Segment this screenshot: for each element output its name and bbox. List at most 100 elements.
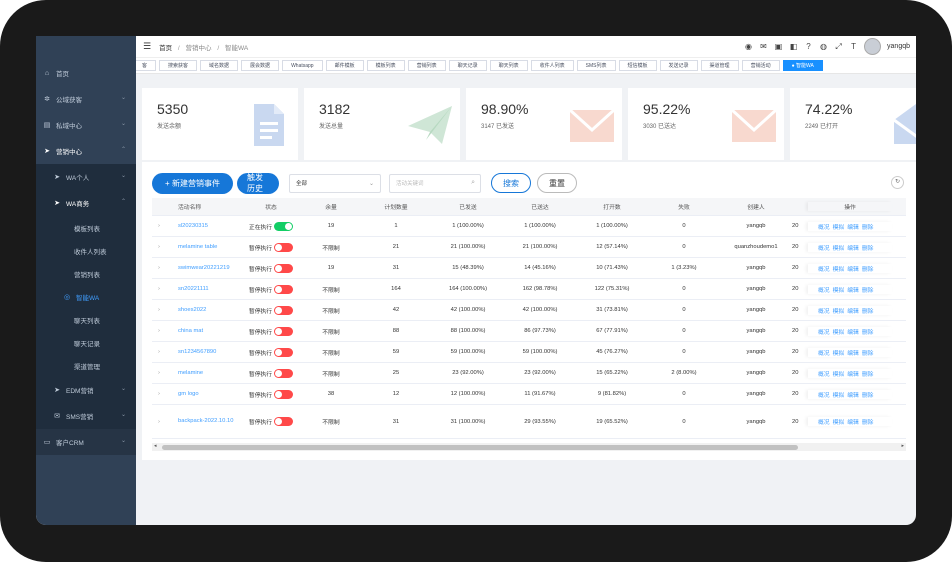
simulate-link[interactable]: 模拟 (833, 285, 845, 294)
expand-icon[interactable]: › (152, 265, 166, 271)
edit-link[interactable]: 编辑 (847, 390, 859, 399)
expand-icon[interactable]: › (152, 419, 166, 425)
tab-item[interactable]: Whatsapp (282, 60, 323, 71)
sidebar-item-wa-business[interactable]: ➤ WA商务 ⌃ (36, 190, 136, 216)
status-select[interactable]: 全部 ⌄ (289, 173, 381, 193)
campaign-name-link[interactable]: swimwear20221219 (166, 265, 240, 271)
overview-link[interactable]: 概况 (818, 306, 830, 315)
tab-item[interactable]: 邮件模板 (325, 60, 364, 71)
status-toggle[interactable] (274, 242, 294, 252)
edit-link[interactable]: 编辑 (847, 369, 859, 378)
overview-link[interactable]: 概况 (818, 285, 830, 294)
tab-item[interactable]: 短信模板 (618, 60, 657, 71)
tab-item[interactable]: 收件人列表 (530, 60, 574, 71)
breadcrumb-home[interactable]: 首页 (159, 45, 172, 52)
fullscreen-icon[interactable]: ⤢ (834, 42, 843, 51)
chat-icon[interactable]: ◧ (789, 42, 798, 51)
campaign-name-link[interactable]: gm logo (166, 391, 240, 397)
status-toggle[interactable] (274, 389, 294, 399)
simulate-link[interactable]: 模拟 (833, 222, 845, 231)
refresh-icon[interactable]: ↻ (891, 176, 904, 189)
sidebar-item-chat-list[interactable]: 聊天列表 (36, 308, 136, 331)
mail-icon[interactable]: ✉ (759, 42, 768, 51)
horizontal-scrollbar[interactable]: ◂ ▸ (152, 443, 906, 451)
campaign-name-link[interactable]: melamine (166, 370, 240, 376)
overview-link[interactable]: 概况 (818, 348, 830, 357)
sidebar-item-public-leads[interactable]: ✲ 公域获客 ⌄ (36, 86, 136, 112)
edit-link[interactable]: 编辑 (847, 264, 859, 273)
edit-link[interactable]: 编辑 (847, 327, 859, 336)
sidebar-item-template-list[interactable]: 模板列表 (36, 216, 136, 239)
expand-icon[interactable]: › (152, 349, 166, 355)
expand-icon[interactable]: › (152, 328, 166, 334)
search-input[interactable]: 活动关键词 ⌕ (389, 173, 481, 193)
delete-link[interactable]: 删除 (862, 327, 874, 336)
tab-item[interactable]: 模板列表 (366, 60, 405, 71)
expand-icon[interactable]: › (152, 286, 166, 292)
sidebar-item-marketing-list[interactable]: 营销列表 (36, 262, 136, 285)
edit-link[interactable]: 编辑 (847, 285, 859, 294)
edit-link[interactable]: 编辑 (847, 222, 859, 231)
sidebar-item-recipient-list[interactable]: 收件人列表 (36, 239, 136, 262)
trigger-history-button[interactable]: 触发历史 (237, 172, 279, 194)
search-button[interactable]: 搜索 (491, 173, 531, 193)
campaign-name-link[interactable]: sn20221111 (166, 286, 240, 292)
delete-link[interactable]: 删除 (862, 243, 874, 252)
campaign-name-link[interactable]: backpack-2022.10.10 (166, 416, 240, 427)
username[interactable]: yangqb (887, 43, 910, 50)
sidebar-item-wa-personal[interactable]: ➤ WA个人 ⌄ (36, 164, 136, 190)
avatar[interactable] (864, 38, 882, 55)
overview-link[interactable]: 概况 (818, 417, 830, 426)
status-toggle[interactable] (274, 368, 294, 378)
tab-item[interactable]: 发送记录 (659, 60, 698, 71)
sidebar-item-crm[interactable]: ▭ 客户CRM ⌄ (36, 429, 136, 455)
simulate-link[interactable]: 模拟 (833, 369, 845, 378)
status-toggle[interactable] (274, 305, 294, 315)
sidebar-item-channel-manage[interactable]: 渠道管理 (36, 354, 136, 377)
edit-link[interactable]: 编辑 (847, 243, 859, 252)
tab-item[interactable]: 聊天列表 (489, 60, 528, 71)
tab-item[interactable]: SMS列表 (576, 60, 616, 71)
menu-toggle-icon[interactable]: ☰ (143, 41, 151, 52)
simulate-link[interactable]: 模拟 (833, 417, 845, 426)
tab-item[interactable]: 展会数据 (241, 60, 280, 71)
campaign-name-link[interactable]: sn1234567890 (166, 349, 240, 355)
campaign-name-link[interactable]: shoes2022 (166, 307, 240, 313)
status-toggle[interactable] (274, 347, 294, 357)
delete-link[interactable]: 删除 (862, 285, 874, 294)
status-toggle[interactable] (274, 221, 294, 231)
status-toggle[interactable] (274, 284, 294, 294)
scrollbar-thumb[interactable] (162, 445, 798, 450)
delete-link[interactable]: 删除 (862, 369, 874, 378)
edit-link[interactable]: 编辑 (847, 348, 859, 357)
simulate-link[interactable]: 模拟 (833, 264, 845, 273)
tab-item[interactable]: 营销列表 (407, 60, 446, 71)
status-toggle[interactable] (274, 326, 294, 336)
sidebar-item-home[interactable]: ⌂ 首页 (36, 60, 136, 86)
scroll-left-icon[interactable]: ◂ (154, 443, 157, 449)
font-size-icon[interactable]: T (849, 42, 858, 51)
new-event-button[interactable]: + 新建营销事件 (152, 172, 233, 194)
sidebar-item-smart-wa[interactable]: ◎ 智能WA (36, 285, 136, 308)
campaign-name-link[interactable]: sl20230315 (166, 223, 240, 229)
overview-link[interactable]: 概况 (818, 327, 830, 336)
scroll-right-icon[interactable]: ▸ (901, 443, 904, 449)
sidebar-item-private[interactable]: ▤ 私域中心 ⌄ (36, 112, 136, 138)
tab-item[interactable]: 聊天记录 (448, 60, 487, 71)
sidebar-item-marketing[interactable]: ➤ 营销中心 ⌃ (36, 138, 136, 164)
overview-link[interactable]: 概况 (818, 390, 830, 399)
overview-link[interactable]: 概况 (818, 369, 830, 378)
status-toggle[interactable] (274, 263, 294, 273)
expand-icon[interactable]: › (152, 370, 166, 376)
tab-item[interactable]: 客 (136, 60, 157, 71)
campaign-name-link[interactable]: melamine table (166, 244, 240, 250)
edit-link[interactable]: 编辑 (847, 306, 859, 315)
delete-link[interactable]: 删除 (862, 390, 874, 399)
delete-link[interactable]: 删除 (862, 264, 874, 273)
simulate-link[interactable]: 模拟 (833, 390, 845, 399)
simulate-link[interactable]: 模拟 (833, 348, 845, 357)
simulate-link[interactable]: 模拟 (833, 243, 845, 252)
expand-icon[interactable]: › (152, 223, 166, 229)
delete-link[interactable]: 删除 (862, 222, 874, 231)
tab-item[interactable]: 营销活动 (741, 60, 780, 71)
